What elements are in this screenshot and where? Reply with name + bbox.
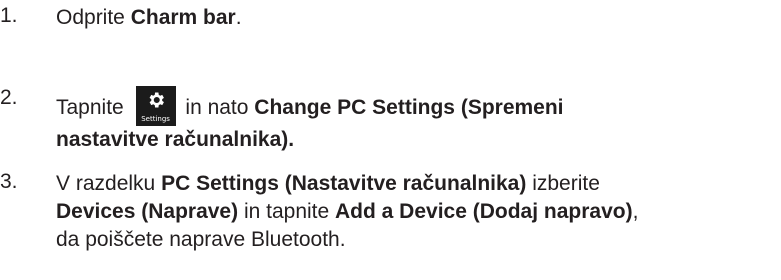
text-run: Tapnite xyxy=(56,96,130,119)
bold-run: PC Settings (Nastavitve računalnika) xyxy=(161,172,527,195)
step-number: 1. xyxy=(0,4,18,27)
bold-run: Devices (Naprave) xyxy=(56,200,239,223)
text-run: V razdelku xyxy=(56,172,162,195)
settings-caption: Settings xyxy=(141,115,170,123)
text-run: in tapnite xyxy=(238,200,336,223)
step-number: 3. xyxy=(0,170,18,193)
step-line: da poiščete naprave Bluetooth. xyxy=(56,226,638,254)
step-number: 2. xyxy=(0,86,18,109)
step-line: Devices (Naprave) in tapnite Add a Devic… xyxy=(56,198,638,226)
step-line: V razdelku PC Settings (Nastavitve račun… xyxy=(56,170,638,198)
text-run: in nato xyxy=(179,96,255,119)
step-line: Tapnite Settings in nato Change PC Setti… xyxy=(56,86,564,126)
text-run: Odprite xyxy=(56,6,131,29)
step-text: Tapnite Settings in nato Change PC Setti… xyxy=(56,86,564,154)
bold-run: nastavitve računalnika). xyxy=(56,128,295,151)
text-run: , xyxy=(632,200,639,223)
text-run: izberite xyxy=(526,172,600,195)
text-run: . xyxy=(235,6,242,29)
gear-icon xyxy=(149,92,164,108)
bold-run: Charm bar xyxy=(130,6,236,29)
settings-tile: Settings xyxy=(135,86,176,126)
bold-run: Add a Device (Dodaj napravo) xyxy=(335,200,633,223)
step-line: nastavitve računalnika). xyxy=(56,126,564,154)
text-run: da poiščete naprave Bluetooth. xyxy=(56,228,346,251)
step-text: Odprite Charm bar. xyxy=(56,4,242,32)
bold-run: Change PC Settings (Spremeni xyxy=(254,96,564,119)
step-text: V razdelku PC Settings (Nastavitve račun… xyxy=(56,170,638,254)
